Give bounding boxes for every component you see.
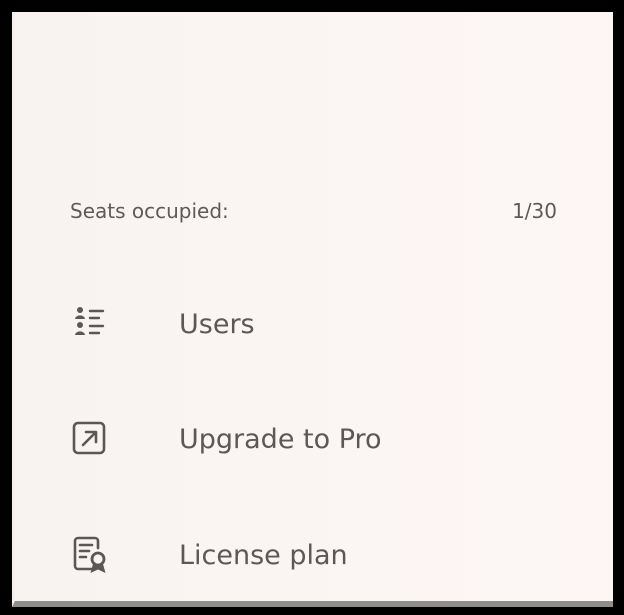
- arrow-up-right-box-icon: [67, 415, 115, 463]
- seats-occupied-label: Seats occupied:: [70, 199, 229, 223]
- menu-item-upgrade-to-pro[interactable]: Upgrade to Pro: [67, 415, 382, 463]
- account-panel: Seats occupied: 1/30 Users Upgrade to Pr…: [12, 12, 613, 607]
- menu-item-users[interactable]: Users: [67, 300, 255, 348]
- users-list-icon: [67, 300, 115, 348]
- seats-occupied-row: Seats occupied: 1/30: [70, 196, 557, 226]
- menu-item-license-plan[interactable]: License plan: [67, 531, 348, 579]
- menu-item-upgrade-label: Upgrade to Pro: [179, 423, 382, 455]
- window-frame: Seats occupied: 1/30 Users Upgrade to Pr…: [0, 0, 624, 615]
- menu-item-license-label: License plan: [179, 539, 348, 571]
- menu-item-users-label: Users: [179, 308, 255, 340]
- seats-occupied-value: 1/30: [512, 199, 557, 223]
- license-certificate-icon: [67, 531, 115, 579]
